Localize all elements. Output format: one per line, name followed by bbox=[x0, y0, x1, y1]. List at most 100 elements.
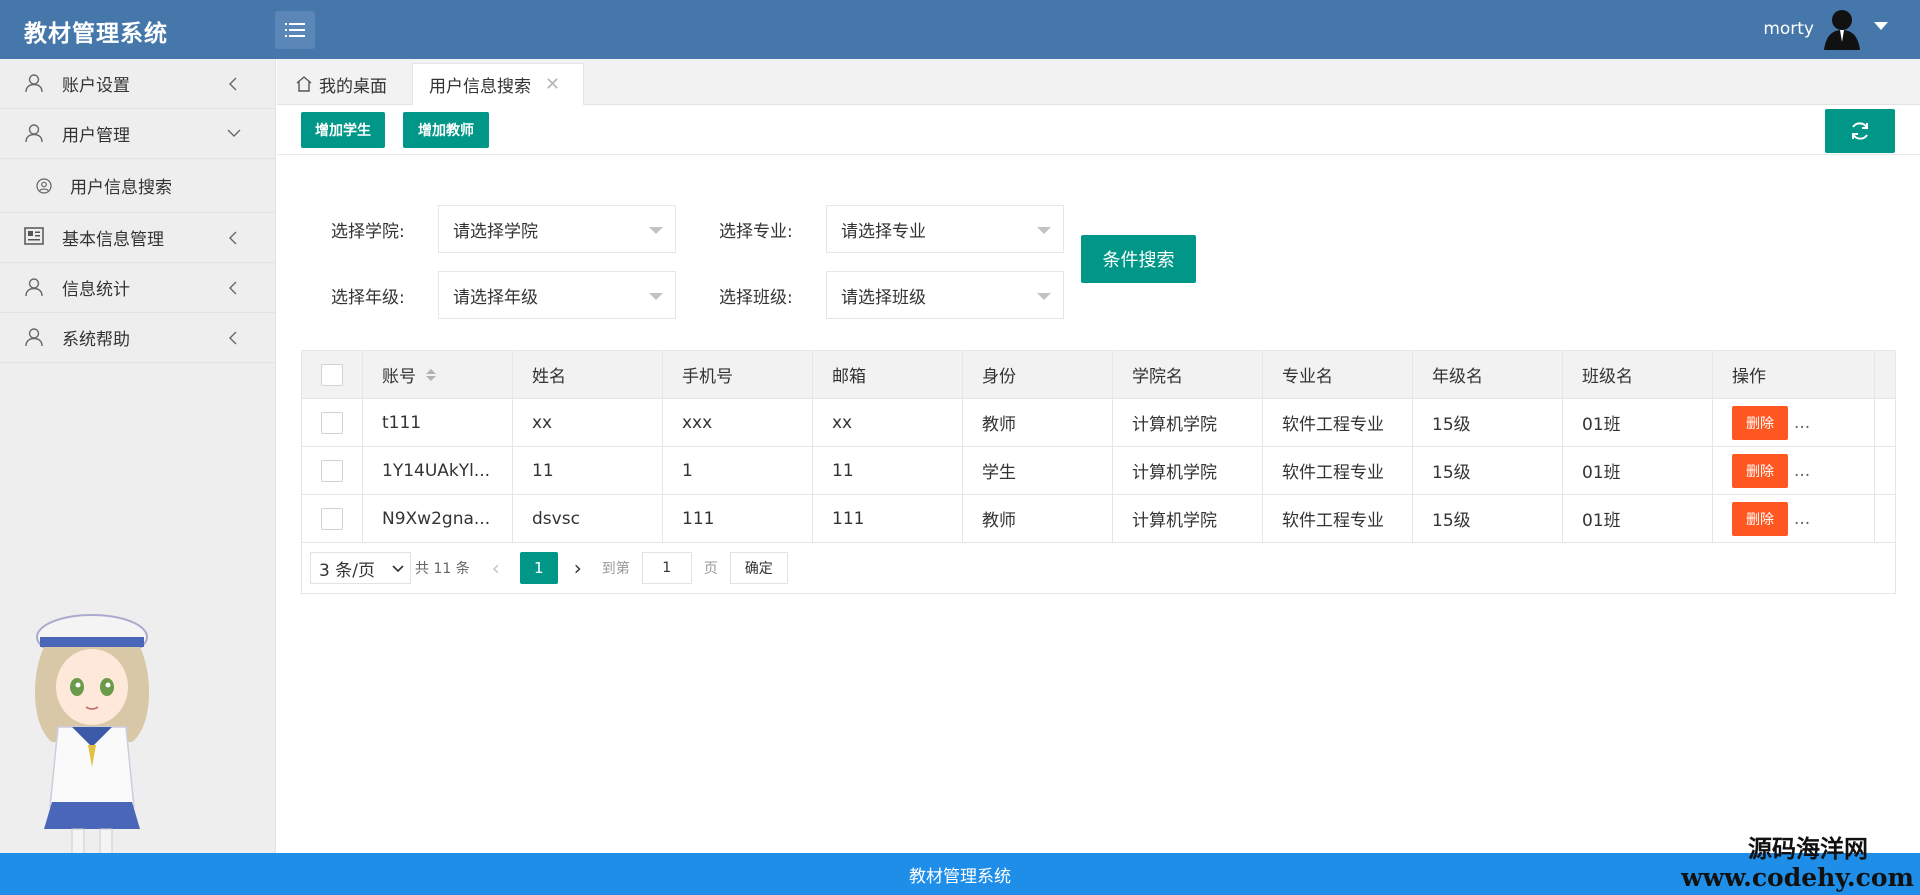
cell-name: dsvsc bbox=[513, 495, 663, 542]
cell-role: 教师 bbox=[963, 399, 1113, 446]
total-count: 共 11 条 bbox=[415, 561, 470, 577]
prev-page-icon[interactable]: ‹ bbox=[492, 556, 500, 580]
dropdown-arrow-icon bbox=[649, 227, 663, 234]
user-icon bbox=[24, 73, 46, 95]
cell-spacer bbox=[1875, 447, 1895, 494]
tab-home[interactable]: 我的桌面 bbox=[295, 63, 387, 105]
cell-class: 01班 bbox=[1563, 447, 1713, 494]
tab-bar: 我的桌面 用户信息搜索 ✕ bbox=[277, 59, 1920, 105]
id-card-icon bbox=[24, 226, 46, 249]
sidebar-item-account-settings[interactable]: 账户设置 bbox=[0, 59, 275, 109]
cell-account: t111 bbox=[363, 399, 513, 446]
sidebar-item-label: 用户管理 bbox=[62, 126, 130, 146]
college-select[interactable]: 请选择学院 bbox=[438, 205, 676, 253]
dropdown-arrow-icon bbox=[1037, 227, 1051, 234]
sidebar-item-label: 系统帮助 bbox=[62, 330, 130, 350]
condition-search-button[interactable]: 条件搜索 bbox=[1081, 235, 1196, 283]
cell-college: 计算机学院 bbox=[1113, 399, 1263, 446]
header-email: 邮箱 bbox=[813, 351, 963, 398]
current-page[interactable]: 1 bbox=[519, 552, 558, 584]
page-size-select[interactable]: 3 条/页 bbox=[310, 552, 411, 584]
header-account[interactable]: 账号 bbox=[363, 351, 513, 398]
watermark-url: www.codehy.com bbox=[1681, 862, 1914, 892]
avatar bbox=[1824, 10, 1860, 50]
menu-toggle-icon[interactable] bbox=[275, 11, 315, 49]
add-teacher-button[interactable]: 增加教师 bbox=[403, 112, 489, 148]
cell-name: xx bbox=[513, 399, 663, 446]
goto-page-input[interactable]: 1 bbox=[641, 552, 692, 584]
chevron-left-icon bbox=[229, 281, 237, 295]
home-icon bbox=[295, 75, 313, 93]
cell-role: 学生 bbox=[963, 447, 1113, 494]
delete-button[interactable]: 删除 bbox=[1732, 405, 1788, 440]
checkbox[interactable] bbox=[321, 363, 343, 386]
chevron-down-icon bbox=[392, 565, 404, 573]
confirm-button[interactable]: 确定 bbox=[729, 552, 788, 584]
cell-name: 11 bbox=[513, 447, 663, 494]
tab-user-search[interactable]: 用户信息搜索 ✕ bbox=[412, 63, 584, 105]
cell-role: 教师 bbox=[963, 495, 1113, 542]
sidebar-item-label: 用户信息搜索 bbox=[70, 178, 172, 198]
class-select-value: 请选择班级 bbox=[841, 287, 926, 308]
watermark-cn: 源码海洋网 bbox=[1748, 835, 1868, 863]
chevron-left-icon bbox=[229, 231, 237, 245]
sidebar: 账户设置 用户管理 用户信息搜索 基本信息管理 信息统计 系统帮助 bbox=[0, 59, 276, 887]
user-icon bbox=[24, 327, 46, 349]
more-button[interactable]: ... bbox=[1794, 461, 1810, 481]
username: morty bbox=[1763, 19, 1814, 39]
delete-button[interactable]: 删除 bbox=[1732, 501, 1788, 536]
cell-actions: 删除... bbox=[1713, 495, 1875, 542]
row-select[interactable] bbox=[302, 447, 363, 494]
row-select[interactable] bbox=[302, 399, 363, 446]
sidebar-item-user-management[interactable]: 用户管理 bbox=[0, 109, 275, 159]
table-row: N9Xw2gna... dsvsc 111 111 教师 计算机学院 软件工程专… bbox=[302, 495, 1895, 543]
chevron-down-icon[interactable] bbox=[1874, 22, 1888, 30]
cell-grade: 15级 bbox=[1413, 495, 1563, 542]
cell-phone: 1 bbox=[663, 447, 813, 494]
page-size-value: 3 条/页 bbox=[319, 560, 375, 581]
mascot-illustration bbox=[34, 614, 150, 887]
header-select-all[interactable] bbox=[302, 351, 363, 398]
cell-grade: 15级 bbox=[1413, 399, 1563, 446]
sidebar-item-help[interactable]: 系统帮助 bbox=[0, 313, 275, 363]
delete-button[interactable]: 删除 bbox=[1732, 453, 1788, 488]
checkbox[interactable] bbox=[321, 459, 343, 482]
class-select[interactable]: 请选择班级 bbox=[826, 271, 1064, 319]
checkbox[interactable] bbox=[321, 507, 343, 530]
header-role: 身份 bbox=[963, 351, 1113, 398]
cell-class: 01班 bbox=[1563, 495, 1713, 542]
sidebar-item-user-search[interactable]: 用户信息搜索 bbox=[0, 159, 275, 213]
user-icon bbox=[24, 123, 46, 145]
sidebar-item-label: 基本信息管理 bbox=[62, 230, 164, 250]
sort-icon[interactable] bbox=[426, 368, 436, 381]
page-unit-label: 页 bbox=[703, 561, 718, 577]
user-table: 账号 姓名 手机号 邮箱 身份 学院名 专业名 年级名 班级名 操作 t111 … bbox=[301, 350, 1896, 594]
goto-label: 到第 bbox=[601, 561, 630, 577]
cell-actions: 删除... bbox=[1713, 447, 1875, 494]
refresh-button[interactable] bbox=[1825, 109, 1895, 153]
chevron-left-icon bbox=[229, 77, 237, 91]
sidebar-item-statistics[interactable]: 信息统计 bbox=[0, 263, 275, 313]
cell-phone: xxx bbox=[663, 399, 813, 446]
close-icon[interactable]: ✕ bbox=[545, 74, 560, 95]
cell-major: 软件工程专业 bbox=[1263, 447, 1413, 494]
cell-email: xx bbox=[813, 399, 963, 446]
more-button[interactable]: ... bbox=[1794, 509, 1810, 529]
row-select[interactable] bbox=[302, 495, 363, 542]
header-name: 姓名 bbox=[513, 351, 663, 398]
checkbox[interactable] bbox=[321, 411, 343, 434]
next-page-icon[interactable]: › bbox=[574, 556, 582, 580]
more-button[interactable]: ... bbox=[1794, 413, 1810, 433]
major-select-value: 请选择专业 bbox=[841, 221, 926, 242]
grade-select[interactable]: 请选择年级 bbox=[438, 271, 676, 319]
pagination: 3 条/页 共 11 条 ‹ 1 › 到第 1 页 确定 bbox=[302, 543, 1895, 593]
sidebar-item-basic-info[interactable]: 基本信息管理 bbox=[0, 213, 275, 263]
table-header: 账号 姓名 手机号 邮箱 身份 学院名 专业名 年级名 班级名 操作 bbox=[302, 351, 1895, 399]
add-student-button[interactable]: 增加学生 bbox=[301, 112, 385, 148]
cell-spacer bbox=[1875, 495, 1895, 542]
college-label: 选择学院: bbox=[331, 222, 405, 242]
cell-account: 1Y14UAkYl... bbox=[363, 447, 513, 494]
cell-college: 计算机学院 bbox=[1113, 447, 1263, 494]
major-select[interactable]: 请选择专业 bbox=[826, 205, 1064, 253]
user-menu[interactable]: morty bbox=[1763, 8, 1888, 50]
